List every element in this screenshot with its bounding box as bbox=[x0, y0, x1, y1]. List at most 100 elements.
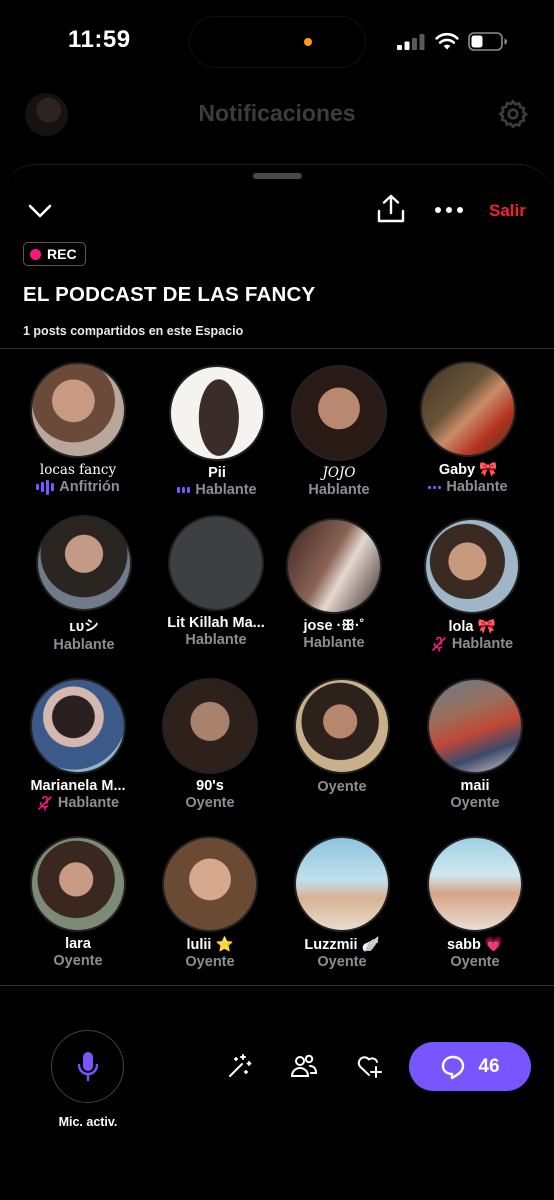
privacy-indicator-dot bbox=[304, 38, 312, 46]
participant-avatar bbox=[294, 836, 390, 932]
participant-name: lulii ⭐ bbox=[186, 937, 234, 953]
participant-role-label: Hablante bbox=[195, 482, 257, 498]
comments-count: 46 bbox=[478, 1055, 500, 1077]
mic-muted-icon bbox=[432, 636, 446, 652]
participant-role-label: Hablante bbox=[303, 635, 365, 651]
participant-tile[interactable]: maii Oyente bbox=[409, 678, 541, 811]
status-time: 11:59 bbox=[68, 26, 131, 53]
recording-dot bbox=[30, 248, 41, 260]
participant-avatar bbox=[30, 836, 126, 932]
participant-role: Hablante bbox=[402, 479, 534, 495]
heart-plus-icon[interactable] bbox=[355, 1052, 383, 1080]
participant-role: Anfitrión bbox=[12, 479, 144, 495]
participant-role: Hablante bbox=[273, 482, 405, 498]
page-title: Notificaciones bbox=[198, 100, 356, 126]
participant-role-label: Oyente bbox=[450, 954, 500, 970]
participant-tile[interactable]: Lit Killah Ma... Hablante bbox=[150, 515, 282, 648]
participant-role-label: Oyente bbox=[185, 795, 235, 811]
participant-tile[interactable]: lola 🎀 Hablante bbox=[406, 518, 538, 652]
speaking-indicator-icon bbox=[36, 479, 55, 495]
participant-avatar bbox=[168, 515, 264, 611]
participant-role: Hablante bbox=[12, 795, 144, 811]
recording-badge: REC bbox=[23, 242, 86, 266]
signal-icon bbox=[397, 34, 425, 50]
participant-name: ʟᴜシ bbox=[69, 619, 99, 635]
participant-role-label: Hablante bbox=[57, 795, 120, 811]
status-bar: 11:59 bbox=[0, 0, 554, 84]
participant-role-label: Oyente bbox=[450, 795, 500, 811]
participant-role-label: Hablante bbox=[451, 636, 514, 652]
magic-wand-icon[interactable] bbox=[226, 1052, 254, 1080]
participant-role-label: Hablante bbox=[185, 632, 247, 648]
participant-avatar bbox=[36, 515, 132, 611]
participant-tile[interactable]: lara Oyente bbox=[12, 836, 144, 969]
participant-tile[interactable]: sabb 💗 Oyente bbox=[409, 836, 541, 970]
participant-avatar bbox=[286, 518, 382, 614]
posts-shared-link[interactable]: 1 posts compartidos en este Espacio bbox=[23, 324, 243, 338]
participant-tile[interactable]: lulii ⭐ Oyente bbox=[144, 836, 276, 970]
participant-tile[interactable]: Luzzmii 🪽 Oyente bbox=[276, 836, 408, 970]
participant-name: Pii bbox=[208, 465, 226, 481]
chevron-down-icon[interactable] bbox=[27, 201, 53, 221]
space-title: EL PODCAST DE LAS FANCY bbox=[23, 283, 316, 306]
participant-tile[interactable]: Gaby 🎀 Hablante bbox=[402, 361, 534, 495]
audio-dots-icon bbox=[177, 487, 191, 493]
microphone-label: Mic. activ. bbox=[58, 1115, 118, 1129]
participant-role: Oyente bbox=[144, 954, 276, 970]
recording-label: REC bbox=[47, 246, 77, 262]
participant-avatar bbox=[427, 836, 523, 932]
participant-name: JOJO bbox=[322, 465, 356, 481]
participant-role: Hablante bbox=[268, 635, 400, 651]
notifications-header: Notificaciones bbox=[0, 90, 554, 140]
audio-dots-icon bbox=[428, 485, 442, 489]
participant-role-label: Hablante bbox=[308, 482, 370, 498]
participant-name: sabb 💗 bbox=[447, 937, 503, 953]
participant-name: lara bbox=[65, 936, 91, 952]
participant-tile[interactable]: ʟᴜシ Hablante bbox=[18, 515, 150, 653]
participant-avatar bbox=[162, 836, 258, 932]
more-options-icon[interactable] bbox=[434, 205, 464, 215]
mic-muted-icon bbox=[38, 795, 52, 811]
participant-name: Lit Killah Ma... bbox=[167, 615, 265, 631]
participant-role: Hablante bbox=[18, 637, 150, 653]
participant-tile[interactable]: jose ·ꕥ·˚ Hablante bbox=[268, 518, 400, 651]
participant-name: lola 🎀 bbox=[448, 619, 496, 635]
participant-name: Luzzmii 🪽 bbox=[304, 937, 380, 953]
participant-tile[interactable]: Oyente bbox=[276, 678, 408, 795]
participant-avatar bbox=[169, 365, 265, 461]
share-icon[interactable] bbox=[375, 193, 407, 225]
participant-role: Oyente bbox=[276, 954, 408, 970]
participant-role: Oyente bbox=[409, 795, 541, 811]
participant-role: Hablante bbox=[150, 632, 282, 648]
participant-role-label: Oyente bbox=[317, 954, 367, 970]
participant-tile[interactable]: locas fancy Anfitrión bbox=[12, 362, 144, 495]
participant-tile[interactable]: Marianela M... Hablante bbox=[12, 678, 144, 811]
participant-role: Oyente bbox=[409, 954, 541, 970]
participant-name: locas fancy bbox=[39, 462, 117, 478]
participant-tile[interactable]: Pii Hablante bbox=[151, 365, 283, 498]
people-icon[interactable] bbox=[290, 1052, 318, 1080]
participant-role-label: Hablante bbox=[446, 479, 508, 495]
participant-role-label: Oyente bbox=[185, 954, 235, 970]
comments-button[interactable]: 46 bbox=[409, 1042, 531, 1091]
participant-role-label: Hablante bbox=[53, 637, 115, 653]
participant-avatar bbox=[294, 678, 390, 774]
sheet-drag-handle[interactable] bbox=[253, 173, 302, 179]
participant-role: Oyente bbox=[12, 953, 144, 969]
participant-name: maii bbox=[460, 778, 490, 794]
participant-avatar bbox=[30, 678, 126, 774]
participant-role-label: Anfitrión bbox=[59, 479, 120, 495]
exit-button[interactable]: Salir bbox=[489, 201, 526, 221]
microphone-button[interactable] bbox=[51, 1030, 124, 1103]
gear-icon[interactable] bbox=[497, 98, 529, 130]
participant-tile[interactable]: 90's Oyente bbox=[144, 678, 276, 811]
participant-role-label: Oyente bbox=[317, 779, 367, 795]
comment-icon bbox=[442, 1055, 465, 1079]
wifi-icon bbox=[435, 32, 459, 50]
divider bbox=[0, 348, 554, 349]
participant-avatar bbox=[291, 365, 387, 461]
participant-role: Hablante bbox=[151, 482, 283, 498]
divider bbox=[0, 985, 554, 986]
participant-avatar bbox=[424, 518, 520, 614]
participant-tile[interactable]: JOJO Hablante bbox=[273, 365, 405, 498]
